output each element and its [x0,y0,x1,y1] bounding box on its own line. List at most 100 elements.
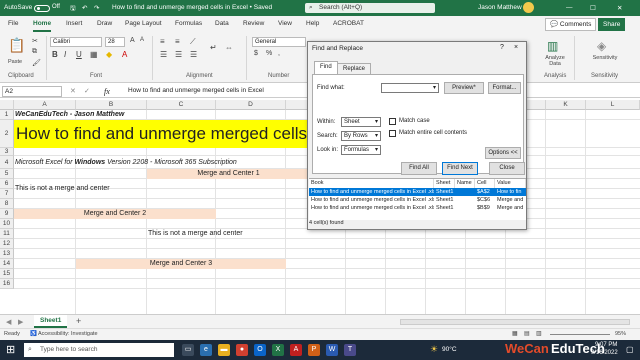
results-header-name[interactable]: Name [455,179,475,188]
name-box[interactable]: A2 [2,86,62,97]
row-header-12[interactable]: 12 [0,239,14,249]
border-icon[interactable]: ▦ [90,50,98,59]
cell-a2-title[interactable]: How to find and unmerge merged cells in … [14,120,309,148]
find-next-button[interactable]: Find Next [442,162,478,175]
help-icon[interactable]: ? [500,44,504,51]
row-header-8[interactable]: 8 [0,199,14,209]
column-header-c[interactable]: C [147,100,216,110]
results-header-sheet[interactable]: Sheet [434,179,455,188]
row-header-13[interactable]: 13 [0,249,14,259]
match-entire-checkbox[interactable] [389,130,396,137]
font-color-icon[interactable]: A [122,50,127,59]
result-row[interactable]: How to find and unmerge merged cells in … [309,204,526,212]
row-header-11[interactable]: 11 [0,229,14,239]
accessibility-status[interactable]: Accessibility: Investigate [38,331,98,337]
page-layout-view-icon[interactable]: ▤ [524,330,530,337]
row-header-2[interactable]: 2 [0,120,14,148]
formula-input[interactable]: How to find and unmerge merged cells in … [128,87,264,94]
cell-c11[interactable]: This is not a merge and center [148,229,348,239]
share-button[interactable]: Share [598,18,626,31]
save-icon[interactable]: 🖫 [70,4,76,15]
cell-a7[interactable]: This is not a merge and center [15,184,215,194]
result-row[interactable]: How to find and unmerge merged cells in … [309,188,526,196]
taskbar-search[interactable]: ⌕ Type here to search [24,343,174,357]
cell-a4[interactable]: Microsoft Excel for Windows Version 2208… [15,156,315,169]
sensitivity-icon[interactable]: ◈ [597,39,606,53]
cancel-entry-icon[interactable]: ✕ [70,87,76,95]
font-size-select[interactable]: 28 [105,37,125,47]
align-center-icon[interactable]: ☰ [175,50,182,59]
notification-icon[interactable]: ▢ [626,345,634,354]
font-name-select[interactable]: Calibri [50,37,102,47]
temperature[interactable]: 90°C [442,346,457,353]
redo-icon[interactable]: ↷ [94,4,99,12]
row-header-16[interactable]: 16 [0,279,14,289]
outlook-icon[interactable]: O [254,344,266,356]
lookin-select[interactable]: Formulas [341,145,381,155]
comments-button[interactable]: 💬 Comments [545,18,597,31]
column-header-b[interactable]: B [76,100,147,110]
menu-view[interactable]: View [278,20,292,27]
undo-icon[interactable]: ↶ [82,4,87,12]
select-all-corner[interactable] [0,100,14,110]
menu-insert[interactable]: Insert [66,20,82,27]
comma-icon[interactable]: , [278,50,280,57]
currency-icon[interactable]: $ [254,50,258,57]
result-row[interactable]: How to find and unmerge merged cells in … [309,196,526,204]
align-left-icon[interactable]: ☰ [160,50,167,59]
search-box[interactable]: ⌕ Search (Alt+Q) [305,3,435,13]
tab-scroll-left-icon[interactable]: ◀ [6,318,11,326]
column-header-l[interactable]: L [586,100,640,110]
word-icon[interactable]: W [326,344,338,356]
row-header-15[interactable]: 15 [0,269,14,279]
close-button[interactable]: Close [489,162,525,175]
tab-find[interactable]: Find [314,61,338,75]
add-sheet-icon[interactable]: + [76,316,81,326]
windows-start-icon[interactable]: ⊞ [6,343,15,356]
find-all-button[interactable]: Find All [401,162,437,175]
orientation-icon[interactable]: ⟋ [190,37,196,47]
row-header-6[interactable]: 6 [0,179,14,189]
app-icon[interactable]: ● [236,344,248,356]
increase-font-icon[interactable]: A [130,37,135,44]
maximize-icon[interactable]: ☐ [590,4,596,12]
avatar[interactable] [523,2,534,13]
merge-center-icon[interactable]: ⇔ [225,43,233,52]
cell-a1[interactable]: WeCanEduTech - Jason Matthew [15,110,315,120]
bold-icon[interactable]: B [52,50,58,59]
edge-icon[interactable]: e [200,344,212,356]
clock-date[interactable]: 9/16/2022 [591,350,618,356]
analyze-data-icon[interactable]: ▥ [547,39,558,53]
normal-view-icon[interactable]: ▦ [512,330,518,337]
row-header-1[interactable]: 1 [0,110,14,120]
weather-icon[interactable]: ☀ [430,344,438,355]
horizontal-scrollbar[interactable] [400,319,630,325]
search-select[interactable]: By Rows [341,131,381,141]
align-top-icon[interactable]: ≡ [160,37,165,46]
results-header-book[interactable]: Book [309,179,434,188]
column-header-d[interactable]: D [216,100,286,110]
powerpoint-icon[interactable]: P [308,344,320,356]
column-header-a[interactable]: A [14,100,76,110]
zoom-level[interactable]: 95% [615,331,626,337]
row-header-4[interactable]: 4 [0,156,14,169]
row-header-5[interactable]: 5 [0,169,14,179]
row-header-3[interactable]: 3 [0,148,14,156]
row-header-7[interactable]: 7 [0,189,14,199]
dialog-close-icon[interactable]: × [514,44,518,51]
page-break-view-icon[interactable]: ▥ [536,330,542,337]
within-select[interactable]: Sheet [341,117,381,127]
cut-icon[interactable]: ✂ [32,37,38,45]
cell-c5-merged[interactable]: Merge and Center 1 [147,169,310,179]
acrobat-icon[interactable]: A [290,344,302,356]
tab-scroll-right-icon[interactable]: ▶ [18,318,23,326]
teams-icon[interactable]: T [344,344,356,356]
insert-function-icon[interactable]: fx [104,87,110,96]
menu-help[interactable]: Help [306,20,319,27]
row-header-10[interactable]: 10 [0,219,14,229]
menu-review[interactable]: Review [243,20,264,27]
menu-formulas[interactable]: Formulas [175,20,202,27]
fill-color-icon[interactable]: ◆ [106,50,112,59]
menu-home[interactable]: Home [33,20,52,32]
column-header-k[interactable]: K [546,100,586,110]
